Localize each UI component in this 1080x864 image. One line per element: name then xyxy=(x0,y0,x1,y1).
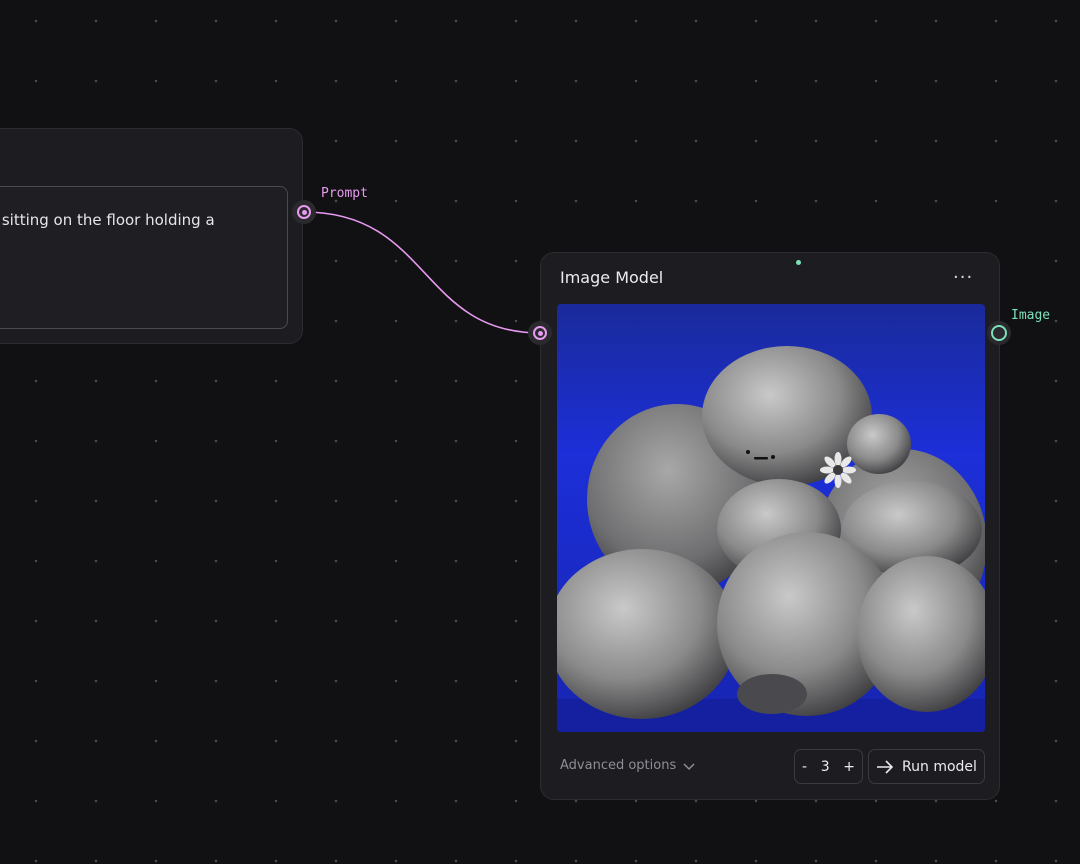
prompt-connection-wire xyxy=(303,211,541,334)
image-model-prompt-input-port[interactable] xyxy=(528,321,552,345)
prompt-node[interactable]: re sitting on the floor holding a xyxy=(0,128,303,344)
generated-image[interactable] xyxy=(557,304,985,732)
more-horizontal-icon[interactable]: ··· xyxy=(953,267,973,288)
arrow-right-icon xyxy=(877,759,894,774)
quantity-value[interactable]: 3 xyxy=(821,759,830,775)
node-title: Image Model xyxy=(560,268,664,287)
decrement-button[interactable]: - xyxy=(802,759,807,775)
image-output-port[interactable] xyxy=(987,321,1011,345)
image-model-node[interactable]: Image Model ··· Advanced options - 3 + R… xyxy=(540,252,1000,800)
advanced-options-label: Advanced options xyxy=(560,758,677,773)
quantity-stepper: - 3 + xyxy=(794,749,863,784)
chevron-down-icon xyxy=(683,762,695,770)
run-model-button[interactable]: Run model xyxy=(868,749,985,784)
port-ring xyxy=(533,326,547,340)
prompt-output-port[interactable] xyxy=(292,200,316,224)
advanced-options-toggle[interactable]: Advanced options xyxy=(560,758,696,773)
image-port-label: Image xyxy=(1011,308,1051,323)
port-ring xyxy=(297,205,311,219)
port-dot xyxy=(301,209,307,215)
run-model-label: Run model xyxy=(902,758,977,775)
port-dot xyxy=(537,330,543,336)
status-dot xyxy=(796,260,801,265)
workflow-canvas[interactable]: re sitting on the floor holding a Prompt… xyxy=(0,0,1080,864)
prompt-textarea[interactable]: re sitting on the floor holding a xyxy=(0,186,288,329)
prompt-port-label: Prompt xyxy=(321,186,368,201)
increment-button[interactable]: + xyxy=(843,759,855,775)
port-ring xyxy=(991,325,1007,341)
